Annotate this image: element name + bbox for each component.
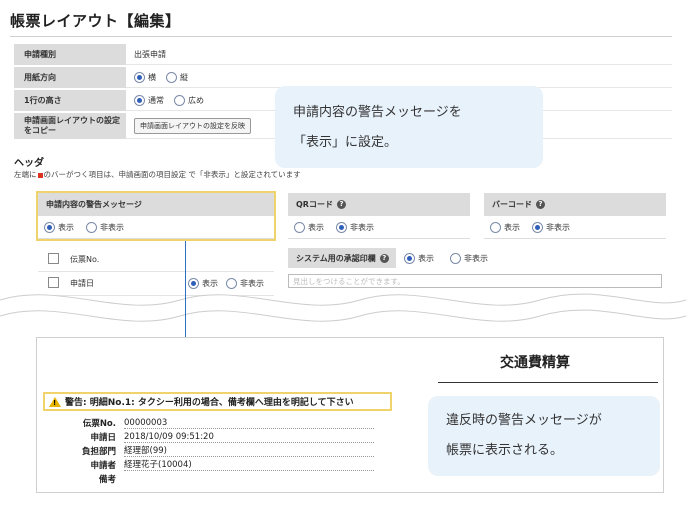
qr-hide-radio[interactable]: 非表示 xyxy=(336,221,374,233)
stamp-show-radio[interactable]: 表示 xyxy=(404,252,434,264)
help-icon[interactable]: ? xyxy=(379,253,389,263)
help-icon[interactable]: ? xyxy=(536,200,545,209)
warning-hide-radio[interactable]: 非表示 xyxy=(86,221,124,233)
help-icon[interactable]: ? xyxy=(336,200,346,209)
form-label: 1行の高さ xyxy=(14,90,126,111)
warning-icon: ! xyxy=(49,396,61,407)
form-label: 申請種別 xyxy=(14,44,126,65)
cut-separator xyxy=(0,293,686,340)
header-section-note: 左端に のバーがつく項目は、申請画面の項目設定 で「非表示」と設定されています xyxy=(14,170,301,179)
field-checkbox[interactable] xyxy=(48,253,59,264)
document-title: 交通費精算 xyxy=(500,355,570,371)
warning-setting-title: 申請内容の警告メッセージ xyxy=(38,193,274,216)
callout-bottom: 違反時の警告メッセージが 帳票に表示される。 xyxy=(428,396,660,476)
qr-setting-title: QRコード xyxy=(296,200,333,209)
doc-row: 申請日 2018/10/09 09:51:20 xyxy=(54,430,374,444)
application-type-value: 出張申請 xyxy=(126,44,672,65)
barcode-setting: バーコード? 表示 非表示 xyxy=(484,193,666,239)
doc-row: 負担部門 経理部(99) xyxy=(54,444,374,458)
copy-layout-button[interactable]: 申請画面レイアウトの設定を反映 xyxy=(134,117,251,134)
doc-row: 伝票No. 00000003 xyxy=(54,416,374,430)
stamp-setting-title: システム用の承認印欄 xyxy=(296,253,376,263)
doc-row: 申請者 経理花子(10004) xyxy=(54,458,374,472)
form-label: 用紙方向 xyxy=(14,67,126,88)
barcode-show-radio[interactable]: 表示 xyxy=(490,221,520,233)
qr-code-setting: QRコード? 表示 非表示 xyxy=(288,193,470,239)
warning-message-setting: 申請内容の警告メッセージ 表示 非表示 xyxy=(38,193,274,239)
orientation-portrait-radio[interactable]: 縦 xyxy=(166,71,188,83)
title-divider xyxy=(10,36,672,37)
orientation-landscape-radio[interactable]: 横 xyxy=(134,71,156,83)
doc-row: 備考 xyxy=(98,475,116,485)
form-row-application-type: 申請種別 出張申請 xyxy=(14,44,672,67)
qr-show-radio[interactable]: 表示 xyxy=(294,221,324,233)
page-title: 帳票レイアウト【編集】 xyxy=(10,12,181,30)
document-warning-message: ! 警告: 明細No.1: タクシー利用の場合、備考欄へ理由を明記して下さい xyxy=(43,392,392,411)
barcode-setting-title: バーコード xyxy=(492,200,532,209)
warning-show-radio[interactable]: 表示 xyxy=(44,221,74,233)
callout-top: 申請内容の警告メッセージを 「表示」に設定。 xyxy=(275,86,543,168)
header-section-title: ヘッダ xyxy=(14,158,44,169)
form-label: 申請画面レイアウトの設定をコピー xyxy=(14,113,126,139)
row-height-wide-radio[interactable]: 広め xyxy=(174,94,204,106)
row-height-normal-radio[interactable]: 通常 xyxy=(134,94,164,106)
red-bar-icon xyxy=(37,172,43,178)
barcode-hide-radio[interactable]: 非表示 xyxy=(532,221,570,233)
document-title-rule xyxy=(438,382,658,383)
stamp-hide-radio[interactable]: 非表示 xyxy=(450,252,488,264)
field-label: 伝票No. xyxy=(70,255,100,264)
list-item: 伝票No. xyxy=(38,248,274,272)
